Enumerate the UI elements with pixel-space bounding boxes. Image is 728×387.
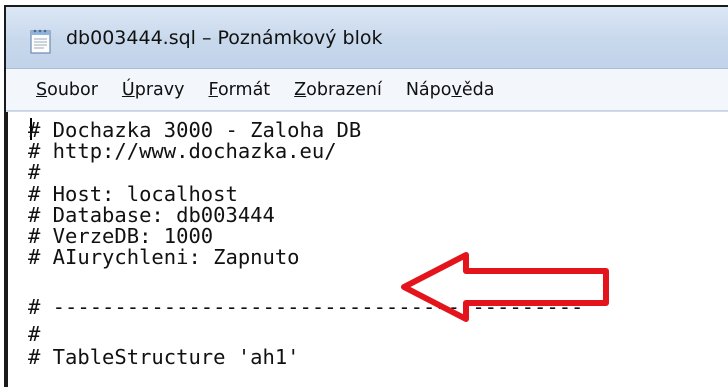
menu-zobrazeni[interactable]: Zobrazení xyxy=(294,80,382,100)
editor-line: # Database: db003444 xyxy=(28,203,275,227)
menu-upravy[interactable]: Úpravy xyxy=(122,80,185,100)
menu-bar: Soubor Úpravy Formát Zobrazení Nápověda xyxy=(6,69,728,111)
menu-soubor[interactable]: Soubor xyxy=(36,80,98,100)
editor-line: # http://www.dochazka.eu/ xyxy=(28,139,337,163)
menu-napoveda[interactable]: Nápověda xyxy=(406,80,495,100)
editor-line: # AIurychleni: Zapnuto xyxy=(28,245,300,269)
editor-line: # VerzeDB: 1000 xyxy=(28,224,214,248)
notepad-icon xyxy=(30,29,51,54)
editor-line: # TableStructure 'ah1' xyxy=(28,345,300,369)
window-title: db003444.sql – Poznámkový blok xyxy=(66,27,383,49)
notepad-window: db003444.sql – Poznámkový blok Soubor Úp… xyxy=(4,5,728,387)
editor-line: # xyxy=(28,160,41,184)
text-editor-area[interactable]: # Dochazka 3000 - Zaloha DB # http://www… xyxy=(6,112,728,387)
editor-line: # Host: localhost xyxy=(28,182,238,206)
editor-line: # --------------------------------------… xyxy=(28,295,584,319)
editor-line: # xyxy=(28,322,41,346)
title-bar[interactable]: db003444.sql – Poznámkový blok xyxy=(6,7,728,69)
menu-format[interactable]: Formát xyxy=(208,80,270,100)
editor-line: # Dochazka 3000 - Zaloha DB xyxy=(28,118,362,142)
screenshot-frame: db003444.sql – Poznámkový blok Soubor Úp… xyxy=(0,0,728,387)
